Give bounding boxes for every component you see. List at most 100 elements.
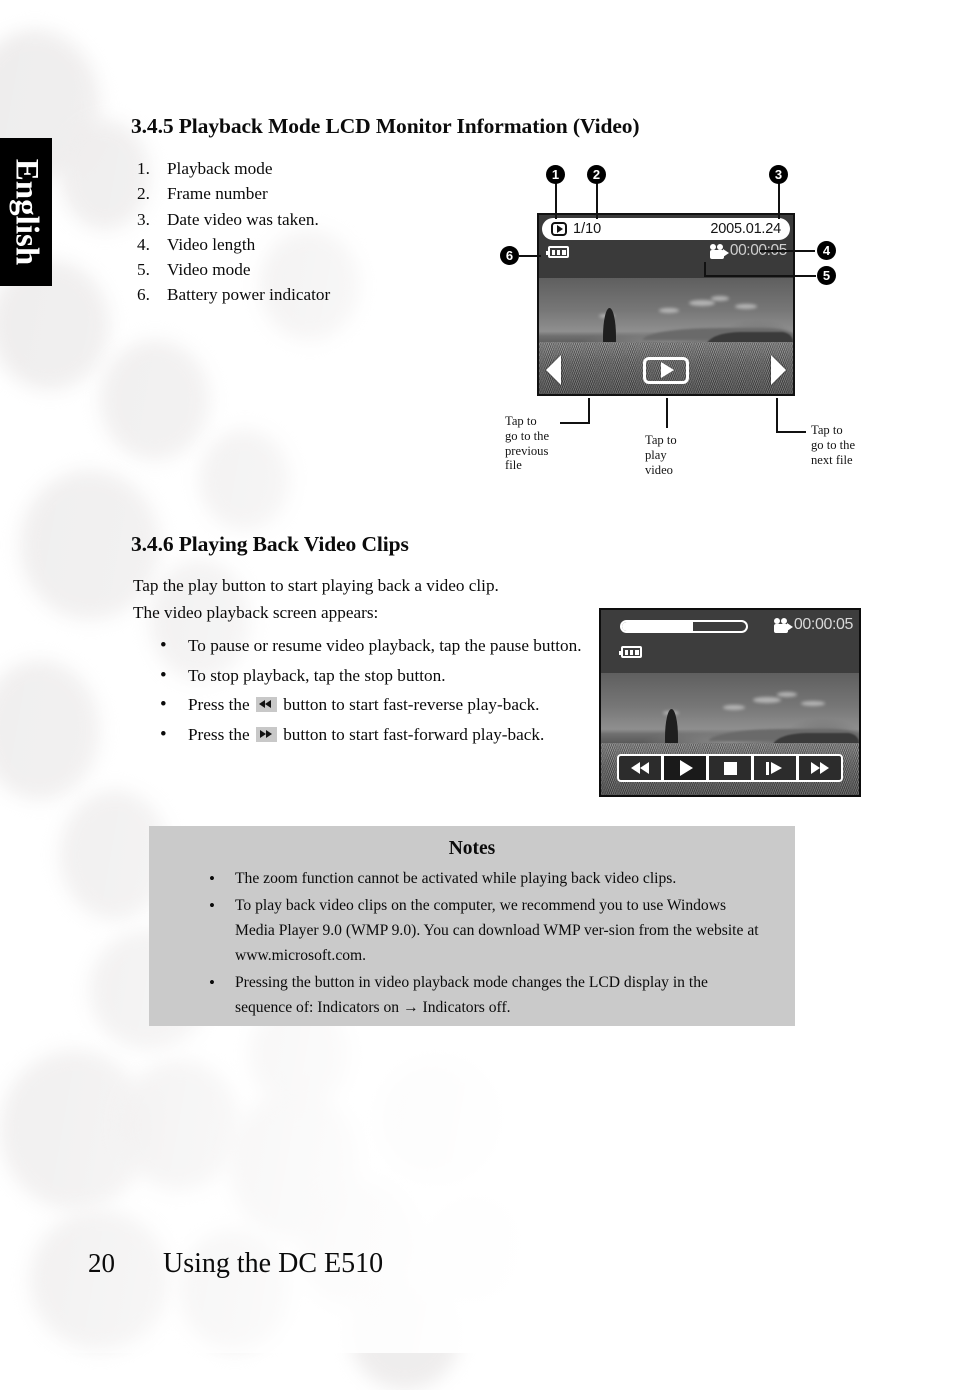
callout-leader-3 — [778, 183, 780, 219]
fast-forward-icon — [810, 762, 830, 774]
list-item-number: 6. — [137, 285, 150, 305]
battery-power-indicator — [619, 646, 642, 658]
bullet-glyph: • — [160, 635, 167, 656]
callout-number: 3 — [774, 167, 783, 182]
bullet-glyph: • — [209, 973, 215, 992]
frame-number: 1/10 — [573, 221, 602, 237]
video-length-value: 00:00:05 — [793, 616, 853, 633]
notes-list: • The zoom function cannot be activated … — [149, 866, 795, 1020]
tap-caption-play: Tap to play video — [645, 433, 677, 477]
stop-icon — [723, 761, 737, 775]
callout-number: 2 — [592, 167, 601, 182]
tap-caption-leader-next-v — [776, 398, 778, 431]
playback-instructions-list: • To pause or resume video playback, tap… — [160, 634, 592, 752]
callout-bubble-2: 2 — [587, 165, 606, 184]
playback-control-bar — [617, 754, 843, 782]
notes-title: Notes — [448, 838, 496, 859]
lcd-monitor-diagram: 1/10 2005.01.24 00:00:05 — [537, 213, 795, 396]
playback-mode-icon — [551, 222, 567, 236]
section-345-heading: 3.4.5 Playback Mode LCD Monitor Informat… — [131, 114, 640, 138]
list-item: 2. Frame number — [137, 181, 467, 206]
list-item: • Press the button to start fast-reverse… — [160, 693, 592, 718]
section-346-intro: Tap the play button to start playing bac… — [133, 572, 603, 626]
list-item: • To play back video clips on the comput… — [209, 893, 765, 968]
callout-number: 6 — [505, 248, 514, 263]
fast-forward-button[interactable] — [798, 756, 841, 780]
callout-number: 1 — [551, 167, 560, 182]
list-item-label: Battery power indicator — [167, 285, 331, 305]
list-item: 1. Playback mode — [137, 156, 467, 181]
callout-bubble-3: 3 — [769, 165, 788, 184]
play-icon — [680, 760, 694, 776]
fast-reverse-button[interactable] — [619, 756, 662, 780]
list-item-number: 5. — [137, 260, 150, 280]
callout-leader-5a — [704, 262, 706, 276]
fast-forward-icon — [255, 726, 277, 742]
list-item: • Press the button to start fast-forward… — [160, 723, 592, 748]
list-item-label: To play back video clips on the computer… — [235, 897, 759, 964]
step-forward-icon — [766, 761, 783, 775]
page-footer: 20 Using the DC E510 — [88, 1248, 383, 1280]
callout-leader-1 — [555, 183, 557, 219]
list-item-text-pre: Press the — [188, 695, 254, 714]
callout-leader-5b — [704, 275, 816, 277]
list-item-label: Video length — [167, 234, 256, 254]
callout-bubble-5: 5 — [817, 266, 836, 285]
lcd-legend-list: 1. Playback mode 2. Frame number 3. Date… — [137, 156, 467, 308]
callout-leader-4 — [760, 250, 815, 252]
bullet-glyph: • — [160, 664, 167, 686]
list-item: • To stop playback, tap the stop button. — [160, 664, 592, 689]
battery-power-indicator — [546, 246, 569, 258]
step-forward-button[interactable] — [753, 756, 797, 780]
list-item-label: Press the button to start fast-forward p… — [188, 723, 592, 748]
list-item-number: 1. — [137, 159, 150, 178]
manual-page: English 3.4.5 Playback Mode LCD Monitor … — [0, 0, 954, 1353]
callout-leader-6 — [519, 255, 541, 257]
bullet-glyph: • — [160, 694, 167, 715]
bullet-glyph: • — [209, 869, 215, 888]
lcd-status-bar: 1/10 2005.01.24 — [542, 218, 790, 240]
notes-callout-box: Notes • The zoom function cannot be acti… — [149, 826, 795, 1026]
footer-title: Using the DC E510 — [163, 1248, 384, 1279]
play-video-button[interactable] — [643, 356, 689, 384]
callout-bubble-1: 1 — [546, 165, 565, 184]
language-tab: English — [0, 138, 52, 286]
list-item-label: Date video was taken. — [167, 209, 319, 229]
language-tab-label: English — [8, 158, 45, 266]
callout-bubble-4: 4 — [817, 241, 836, 260]
tap-caption-next: Tap to go to the next file — [811, 423, 856, 467]
list-item-label: Playback mode — [167, 159, 273, 178]
bullet-glyph: • — [160, 723, 167, 745]
camcorder-icon — [709, 243, 729, 259]
stop-button[interactable] — [708, 756, 752, 780]
list-item-number: 3. — [137, 209, 150, 229]
battery-full-icon — [619, 646, 642, 658]
lcd-nav-bar — [539, 348, 793, 392]
callout-bubble-6: 6 — [500, 246, 519, 265]
play-button[interactable] — [663, 756, 707, 780]
playback-progress-bar[interactable] — [620, 620, 748, 633]
chevron-left-icon[interactable] — [546, 355, 561, 385]
list-item: • Pressing the button in video playback … — [209, 970, 765, 1020]
camcorder-icon — [773, 617, 793, 633]
callout-number: 5 — [822, 268, 831, 283]
bullet-glyph: • — [209, 896, 215, 915]
list-item: • To pause or resume video playback, tap… — [160, 634, 592, 659]
list-item-label: The zoom function cannot be activated wh… — [235, 870, 677, 887]
list-item: 6. Battery power indicator — [137, 282, 467, 307]
video-playback-screen: 00:00:05 — [599, 608, 861, 797]
list-item: 5. Video mode — [137, 257, 467, 282]
list-item-label: To stop playback, tap the stop button. — [188, 665, 446, 685]
intro-line-2: The video playback screen appears: — [133, 603, 379, 622]
list-item-number: 4. — [137, 234, 150, 254]
list-item-text-post: button to start fast-forward play-back. — [278, 724, 545, 744]
list-item-label: Frame number — [167, 184, 268, 204]
tap-caption-leader-next-h — [776, 431, 806, 433]
list-item-number: 2. — [137, 184, 150, 204]
capture-date: 2005.01.24 — [710, 221, 781, 237]
battery-full-icon — [546, 246, 569, 258]
page-number: 20 — [88, 1248, 115, 1278]
chevron-right-icon[interactable] — [771, 355, 786, 385]
list-item-label: Press the button to start fast-reverse p… — [188, 693, 592, 718]
playback-progress-fill — [622, 622, 693, 631]
